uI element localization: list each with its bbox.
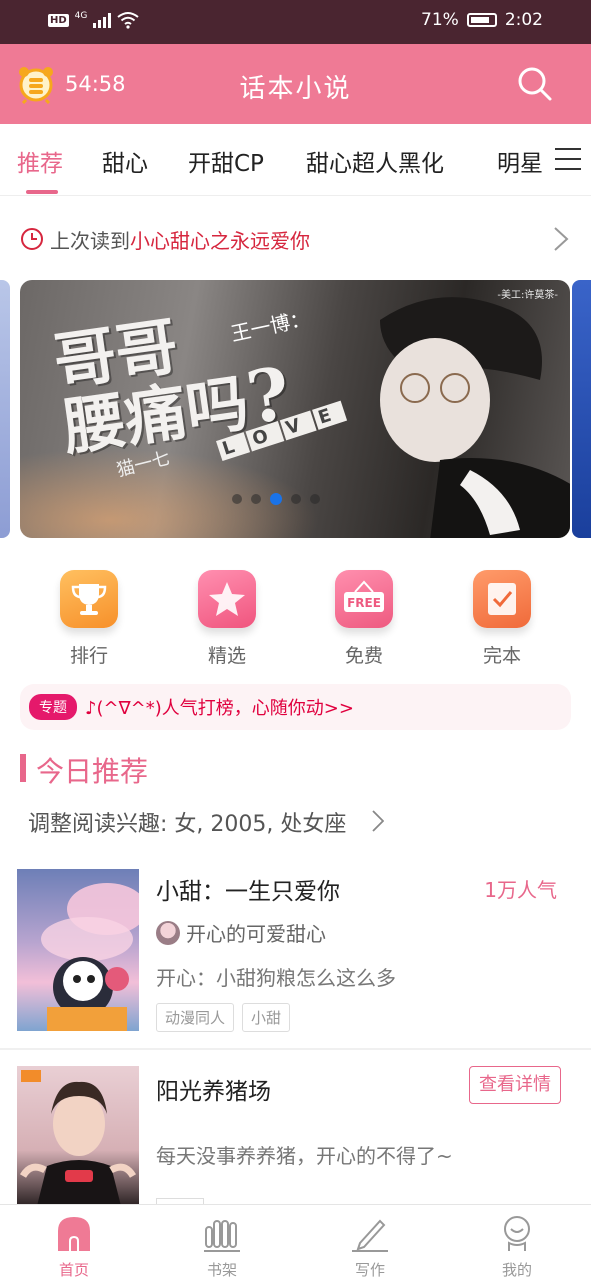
last-read-book[interactable]: 小心甜心之永远爱你 [130, 225, 310, 254]
nav-label: 我的 [501, 1261, 532, 1279]
active-tab-indicator [26, 190, 58, 194]
nav-write[interactable]: 写作 [296, 1205, 444, 1280]
book-description: 开心：小甜狗粮怎么这么多 [156, 966, 396, 990]
network-hd-badge: HD [48, 13, 69, 27]
banner-peek-right[interactable] [572, 280, 591, 538]
quick-link-label: 完本 [482, 645, 521, 667]
carousel-dots [232, 493, 320, 505]
popularity-count: 1万人气 [484, 878, 557, 902]
svg-text:FREE: FREE [347, 596, 381, 610]
battery-percent: 71% [421, 10, 459, 30]
tag[interactable]: 动漫同人 [156, 1003, 235, 1032]
carousel-dot[interactable] [310, 494, 320, 504]
bottom-nav: 首页 书架 写作 我的 [0, 1204, 591, 1280]
check-book-icon [473, 570, 531, 628]
app-header: 54:58 话本小说 [0, 44, 591, 124]
status-bar: HD 4G 71% 2:02 [0, 0, 591, 44]
nav-home[interactable]: 首页 [0, 1205, 148, 1280]
last-read-row[interactable]: 上次读到 小心甜心之永远爱你 [20, 222, 575, 256]
topic-badge: 专题 [29, 694, 77, 720]
book-cover[interactable] [17, 1066, 139, 1206]
free-sign-icon: FREE [335, 570, 393, 628]
quick-link-featured[interactable]: 精选 [179, 570, 275, 668]
banner-credit: -美工:许莫茶- [497, 290, 558, 301]
chevron-right-icon[interactable] [553, 226, 569, 252]
menu-icon[interactable] [555, 148, 581, 170]
network-type-label: 4G [74, 11, 88, 21]
avatar [156, 920, 180, 945]
quick-link-label: 免费 [344, 645, 383, 667]
tab-dark-sweetheart[interactable]: 甜心超人黑化 [306, 144, 444, 178]
tag-list: 动漫同人 小甜 [156, 1003, 291, 1032]
book-cover[interactable] [17, 869, 139, 1031]
clock-time: 2:02 [504, 10, 543, 30]
banner-figure-image [380, 297, 570, 538]
trophy-icon [60, 570, 118, 628]
tag[interactable]: 小甜 [242, 1003, 291, 1032]
tab-kaitian-cp[interactable]: 开甜CP [188, 144, 264, 178]
status-left: HD 4G [48, 11, 139, 29]
clock-icon [21, 228, 43, 250]
tab-sweetheart[interactable]: 甜心 [102, 144, 148, 178]
carousel-dot[interactable] [291, 494, 301, 504]
view-details-button[interactable]: 查看详情 [469, 1066, 561, 1104]
section-title: 今日推荐 [36, 755, 149, 788]
nav-label: 写作 [354, 1261, 385, 1279]
nav-profile[interactable]: 我的 [443, 1205, 591, 1280]
tab-celebrity[interactable]: 明星 [497, 144, 543, 178]
book-description: 每天没事养养猪，开心的不得了~ [156, 1144, 453, 1168]
app-title: 话本小说 [239, 74, 352, 104]
reading-interest-link[interactable]: 调整阅读兴趣: 女, 2005, 处女座 [28, 806, 346, 838]
nav-label: 首页 [58, 1261, 89, 1279]
star-icon [198, 570, 256, 628]
signal-icon [93, 12, 112, 28]
pen-icon [352, 1219, 388, 1252]
banner-peek-left[interactable] [0, 280, 10, 538]
chevron-right-icon[interactable] [372, 810, 384, 832]
book-title[interactable]: 阳光养猪场 [156, 1072, 271, 1106]
quick-link-label: 排行 [69, 645, 108, 667]
quick-link-label: 精选 [207, 645, 246, 667]
quick-link-completed[interactable]: 完本 [454, 570, 550, 668]
bookshelf-icon [204, 1220, 240, 1252]
quick-link-ranking[interactable]: 排行 [41, 570, 137, 668]
tab-recommend[interactable]: 推荐 [17, 144, 63, 178]
carousel-dot[interactable] [232, 494, 242, 504]
divider [0, 1048, 591, 1050]
author-name: 开心的可爱甜心 [186, 922, 326, 946]
profile-icon [504, 1216, 530, 1251]
battery-icon [466, 13, 497, 27]
topic-text[interactable]: ♪(^∇^*)人气打榜，心随你动>> [85, 694, 354, 720]
category-tabs: 推荐 甜心 开甜CP 甜心超人黑化 明星 [0, 124, 591, 196]
book-title[interactable]: 小甜：一生只爱你 [156, 872, 340, 906]
author-row[interactable]: 开心的可爱甜心 [156, 918, 326, 947]
section-accent-bar [20, 754, 26, 782]
quick-link-free[interactable]: FREE 免费 [316, 570, 412, 668]
wifi-icon [117, 12, 139, 29]
search-icon[interactable] [517, 66, 553, 102]
status-right: 71% 2:02 [421, 10, 543, 30]
carousel-dot-active[interactable] [270, 493, 282, 505]
last-read-prefix: 上次读到 [50, 228, 130, 253]
nav-bookshelf[interactable]: 书架 [148, 1205, 296, 1280]
nav-label: 书架 [206, 1261, 237, 1279]
carousel-dot[interactable] [251, 494, 261, 504]
home-icon [58, 1217, 90, 1251]
topic-banner[interactable]: 专题 ♪(^∇^*)人气打榜，心随你动>> [20, 684, 571, 730]
